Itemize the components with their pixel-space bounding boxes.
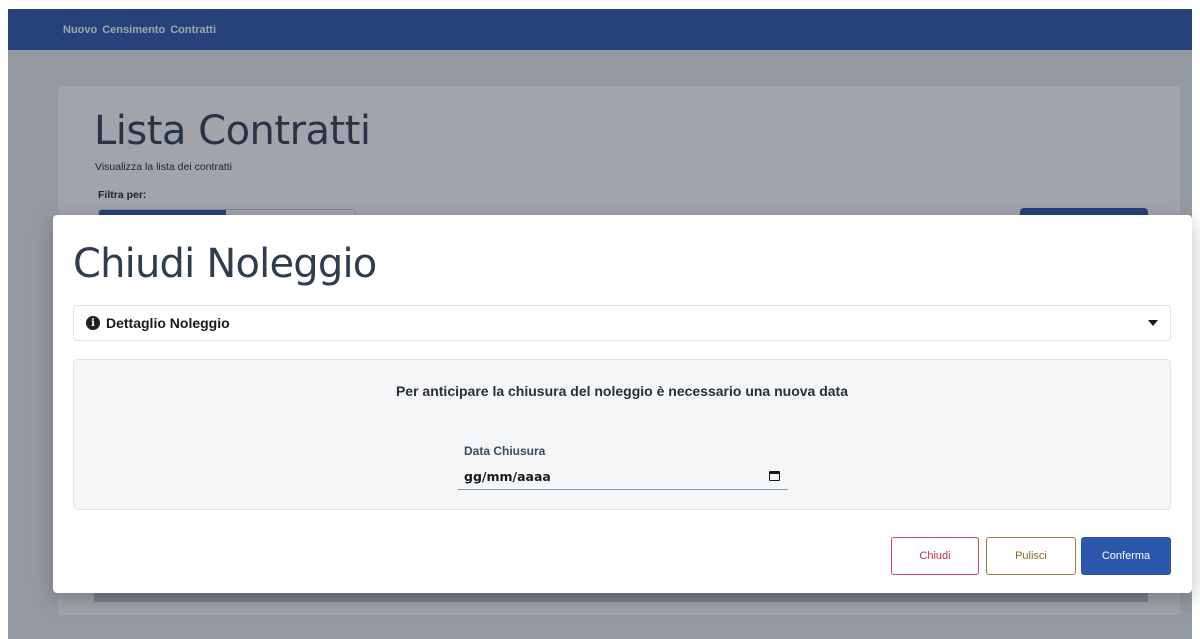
rental-detail-accordion[interactable]: i Dettaglio Noleggio: [73, 305, 1171, 341]
close-rental-modal: Chiudi Noleggio i Dettaglio Noleggio Per…: [53, 215, 1192, 593]
calendar-icon[interactable]: [769, 471, 780, 481]
confirm-button[interactable]: Conferma: [1081, 537, 1171, 575]
date-input-value[interactable]: gg/mm/aaaa: [464, 469, 551, 484]
closing-date-input[interactable]: gg/mm/aaaa: [458, 463, 788, 490]
modal-title: Chiudi Noleggio: [73, 241, 377, 287]
caret-down-icon: [1148, 320, 1158, 326]
clear-button[interactable]: Pulisci: [986, 537, 1076, 575]
info-icon: i: [86, 316, 100, 330]
close-button[interactable]: Chiudi: [891, 537, 979, 575]
accordion-label: Dettaglio Noleggio: [106, 315, 230, 331]
date-request-panel: Per anticipare la chiusura del noleggio …: [73, 359, 1171, 510]
date-field-label: Data Chiusura: [464, 444, 546, 458]
info-message: Per anticipare la chiusura del noleggio …: [395, 383, 849, 399]
